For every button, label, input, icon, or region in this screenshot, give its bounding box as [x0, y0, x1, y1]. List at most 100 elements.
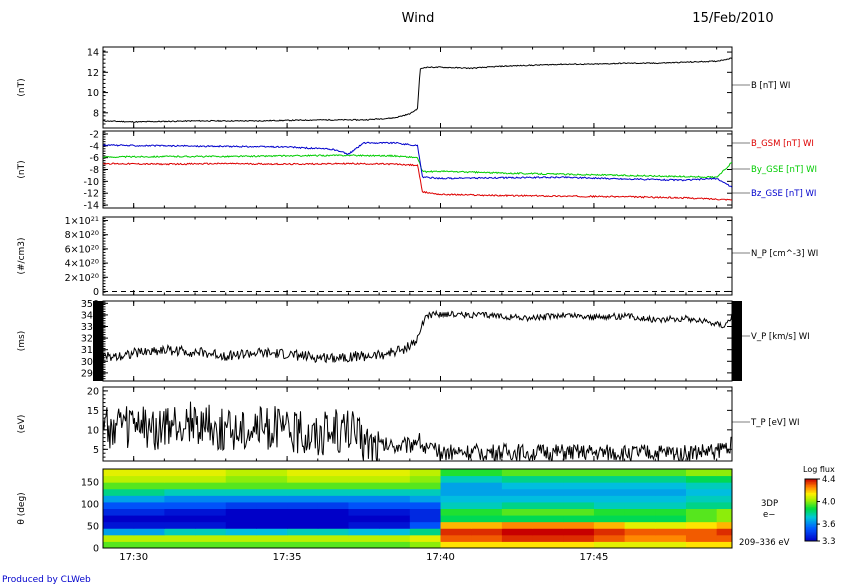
heatmap-cell: [287, 488, 319, 496]
heatmap-cell: [409, 501, 442, 509]
heatmap-cell: [317, 475, 349, 483]
heatmap-cell: [348, 528, 380, 536]
heatmap-cell: [501, 488, 534, 496]
heatmap-cell: [103, 469, 135, 477]
heatmap-cell: [716, 469, 733, 477]
y-tick-label: -12: [83, 189, 99, 200]
heatmap-cell: [103, 528, 135, 536]
y-tick-label: 4×1020: [65, 258, 99, 270]
heatmap-cell: [716, 501, 733, 509]
heatmap-cell: [256, 521, 288, 529]
heatmap-cell: [195, 501, 227, 509]
heatmap-cell: [409, 521, 442, 529]
heatmap-cell: [225, 501, 257, 509]
legend-entry: V_P [km/s] WI: [751, 332, 810, 342]
heatmap-cell: [655, 501, 687, 509]
heatmap-cell: [409, 482, 442, 490]
footer-credit: Produced by CLWeb: [2, 575, 91, 584]
heatmap-cell: [256, 528, 288, 536]
x-tick-label: 17:40: [426, 552, 455, 563]
instrument-label: 3DP: [761, 499, 778, 509]
heatmap-cell: [409, 469, 442, 477]
heatmap-cell: [685, 475, 718, 483]
heatmap-cell: [103, 508, 135, 516]
heatmap-cell: [440, 488, 472, 496]
heatmap-cell: [624, 541, 656, 549]
heatmap-cell: [164, 475, 196, 483]
heatmap-cell: [655, 534, 687, 542]
heatmap-cell: [133, 488, 165, 496]
heatmap-cell: [379, 475, 411, 483]
heatmap-cell: [317, 521, 349, 529]
heatmap-cell: [133, 475, 165, 483]
y-axis-label: (#/cm3): [17, 237, 27, 274]
heatmap-cell: [287, 515, 319, 523]
heatmap-cell: [133, 469, 165, 477]
heatmap-cell: [593, 501, 626, 509]
heatmap-cell: [685, 541, 718, 549]
heatmap-cell: [379, 541, 411, 549]
panel-frame: [102, 216, 733, 296]
heatmap-cell: [225, 495, 257, 503]
heatmap-cell: [103, 482, 135, 490]
heatmap-cell: [317, 541, 349, 549]
heatmap-cell: [716, 482, 733, 490]
heatmap-cell: [133, 541, 165, 549]
heatmap-cell: [225, 508, 257, 516]
panel-temperature: (eV) 5 10 15 20 T_P [eV] WI: [17, 386, 800, 462]
heatmap-cell: [563, 482, 595, 490]
heatmap-cell: [225, 482, 257, 490]
heatmap-cell: [103, 488, 135, 496]
heatmap-cell: [348, 534, 380, 542]
y-tick-label: -8: [90, 165, 99, 176]
heatmap-cell: [655, 515, 687, 523]
heatmap-cell: [103, 515, 135, 523]
legend-entry: B [nT] WI: [751, 81, 790, 91]
y-tick-label: 5: [93, 445, 99, 456]
heatmap-cell: [348, 508, 380, 516]
colorbar-tick-label: 3.3: [822, 537, 836, 547]
y-tick-label: 2×1020: [65, 272, 99, 284]
panel-frame: [102, 46, 733, 129]
heatmap-cell: [409, 488, 442, 496]
heatmap-cell: [440, 475, 472, 483]
heatmap-cell: [593, 469, 626, 477]
heatmap-cell: [317, 469, 349, 477]
heatmap-cell: [563, 521, 595, 529]
heatmap-cell: [195, 482, 227, 490]
y-axis-label: (eV): [17, 415, 27, 434]
heatmap-cell: [593, 528, 626, 536]
y-tick-label: 12: [87, 68, 99, 79]
heatmap-cell: [440, 521, 472, 529]
heatmap-cell: [164, 495, 196, 503]
heatmap-cell: [287, 475, 319, 483]
y-tick-label: 10: [87, 425, 99, 436]
legend-entry: B_GSM [nT] WI: [751, 139, 814, 149]
y-tick-label: -2: [90, 129, 99, 140]
heatmap-cell: [317, 501, 349, 509]
heatmap-cell: [409, 534, 442, 542]
heatmap-cell: [287, 541, 319, 549]
heatmap-cell: [164, 488, 196, 496]
heatmap-cell: [195, 469, 227, 477]
y-tick-label: -4: [90, 141, 99, 152]
heatmap-cell: [624, 469, 656, 477]
heatmap-cell: [440, 469, 472, 477]
heatmap-cell: [379, 469, 411, 477]
heatmap-cell: [317, 528, 349, 536]
heatmap-cell: [256, 488, 288, 496]
heatmap-cell: [563, 508, 595, 516]
heatmap-cell: [655, 495, 687, 503]
heatmap-cell: [563, 501, 595, 509]
heatmap-cell: [624, 475, 656, 483]
heatmap-cell: [593, 488, 626, 496]
y-tick-label: -10: [83, 177, 99, 188]
heatmap-cell: [164, 515, 196, 523]
heatmap-cell: [716, 475, 733, 483]
heatmap-cell: [563, 541, 595, 549]
heatmap-cell: [532, 482, 564, 490]
heatmap-cell: [225, 521, 257, 529]
panels-group: (nT) 8 10 12 14 B [nT] WI (nT) -2-4-6-8-10-12-1…: [17, 46, 836, 555]
plot-date: 15/Feb/2010: [692, 11, 773, 26]
heatmap-cell: [225, 541, 257, 549]
